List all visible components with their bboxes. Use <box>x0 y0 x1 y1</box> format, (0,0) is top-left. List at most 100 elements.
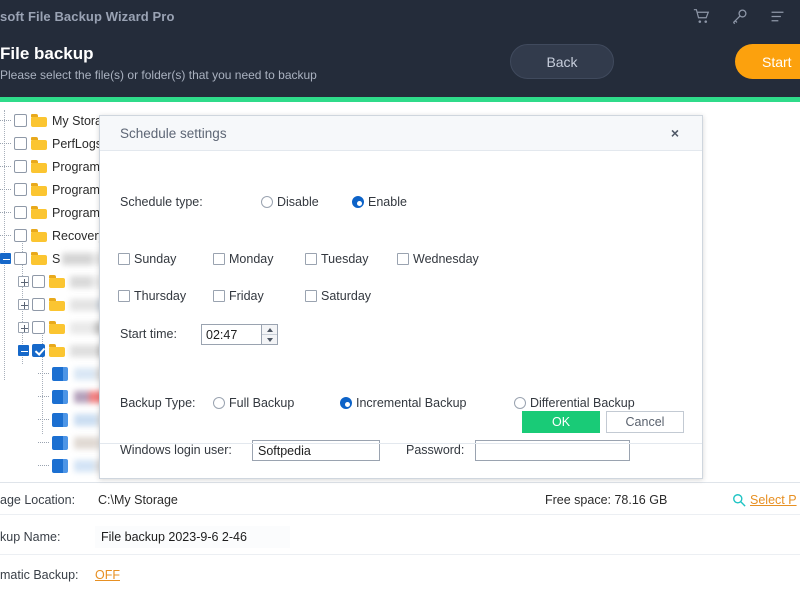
automatic-backup-toggle[interactable]: OFF <box>95 568 120 582</box>
tree-checkbox[interactable] <box>14 114 27 127</box>
cart-icon[interactable] <box>693 8 710 25</box>
start-time-label: Start time: <box>120 327 177 341</box>
tree-checkbox[interactable] <box>32 275 45 288</box>
checkbox-icon[interactable] <box>305 290 317 302</box>
tree-checkbox[interactable] <box>14 206 27 219</box>
radio-icon[interactable] <box>340 397 352 409</box>
radio-icon[interactable] <box>213 397 225 409</box>
tree-row[interactable]: Program F <box>0 179 111 200</box>
backup-type-label: Backup Type: <box>120 396 196 410</box>
file-icon <box>52 412 68 427</box>
radio-icon[interactable] <box>352 196 364 208</box>
tree-guide-icon <box>0 161 11 172</box>
checkbox-wednesday[interactable]: Wednesday <box>397 252 479 266</box>
back-button[interactable]: Back <box>510 44 614 79</box>
file-icon <box>52 366 68 381</box>
spinner-down-button[interactable] <box>262 335 277 344</box>
checkbox-thursday[interactable]: Thursday <box>118 289 186 303</box>
checkbox-icon[interactable] <box>213 253 225 265</box>
radio-schedule-disable[interactable]: Disable <box>261 195 319 209</box>
tree-expand-toggle[interactable] <box>18 299 29 310</box>
app-window: soft File Backup Wizard Pro File backup … <box>0 0 800 600</box>
radio-icon[interactable] <box>261 196 273 208</box>
radio-full-backup[interactable]: Full Backup <box>213 396 294 410</box>
checkbox-icon[interactable] <box>118 290 130 302</box>
spinner-buttons[interactable] <box>261 324 278 345</box>
folder-icon <box>49 321 65 334</box>
file-icon <box>52 458 68 473</box>
radio-differential-backup[interactable]: Differential Backup <box>514 396 635 410</box>
folder-icon <box>31 137 47 150</box>
folder-icon <box>31 114 47 127</box>
checkbox-sunday[interactable]: Sunday <box>118 252 176 266</box>
checkbox-friday[interactable]: Friday <box>213 289 264 303</box>
close-icon[interactable]: × <box>666 124 684 142</box>
radio-label: Differential Backup <box>530 396 635 410</box>
backup-name-input[interactable]: File backup 2023-9-6 2-46 <box>95 526 290 548</box>
radio-icon[interactable] <box>514 397 526 409</box>
tree-collapse-toggle[interactable] <box>18 345 29 356</box>
tree-checkbox[interactable] <box>14 160 27 173</box>
schedule-type-row: Schedule type: <box>120 195 203 209</box>
checkbox-label: Saturday <box>321 289 372 303</box>
radio-label: Enable <box>368 195 407 209</box>
search-icon <box>732 493 746 507</box>
tree-checkbox[interactable] <box>14 229 27 242</box>
tree-checkbox[interactable] <box>14 137 27 150</box>
spinner-up-button[interactable] <box>262 325 277 335</box>
page-header: File backup Please select the file(s) or… <box>0 34 800 97</box>
backup-name-label: kup Name: <box>0 530 61 544</box>
key-icon[interactable] <box>731 8 748 25</box>
checkbox-icon[interactable] <box>397 253 409 265</box>
tree-row[interactable]: Program F <box>0 156 111 177</box>
storage-location-label: age Location: <box>0 493 76 507</box>
ok-button[interactable]: OK <box>522 411 600 433</box>
checkbox-icon[interactable] <box>213 290 225 302</box>
tree-row[interactable]: PerfLogs <box>0 133 102 154</box>
radio-schedule-enable[interactable]: Enable <box>352 195 407 209</box>
tree-guide-icon <box>0 138 11 149</box>
tree-guide-icon <box>0 230 11 241</box>
checkbox-icon[interactable] <box>118 253 130 265</box>
tree-guide-icon <box>0 184 11 195</box>
select-path-link[interactable]: Select P <box>732 493 797 507</box>
checkbox-tuesday[interactable]: Tuesday <box>305 252 368 266</box>
tree-guide-icon <box>38 460 49 471</box>
radio-incremental-backup[interactable]: Incremental Backup <box>340 396 466 410</box>
dialog-title: Schedule settings <box>120 126 227 141</box>
tree-item-label: PerfLogs <box>52 136 103 151</box>
page-title: File backup <box>0 44 94 63</box>
tree-row[interactable]: Recovery <box>0 225 105 246</box>
tree-checkbox[interactable] <box>32 344 45 357</box>
radio-label: Full Backup <box>229 396 295 410</box>
checkbox-label: Wednesday <box>413 252 479 266</box>
tree-item-label: Recovery <box>52 228 105 243</box>
checkbox-label: Tuesday <box>321 252 369 266</box>
tree-checkbox[interactable] <box>14 183 27 196</box>
tree-expand-toggle[interactable] <box>18 276 29 287</box>
folder-icon <box>49 344 65 357</box>
tree-checkbox[interactable] <box>32 321 45 334</box>
backup-name-field[interactable]: File backup 2023-9-6 2-46 <box>95 526 290 548</box>
checkbox-icon[interactable] <box>305 253 317 265</box>
checkbox-monday[interactable]: Monday <box>213 252 273 266</box>
folder-icon <box>31 183 47 196</box>
file-icon <box>52 435 68 450</box>
automatic-backup-label: matic Backup: <box>0 568 79 582</box>
cancel-button[interactable]: Cancel <box>606 411 684 433</box>
start-time-input[interactable]: 02:47 <box>201 324 261 345</box>
title-bar: soft File Backup Wizard Pro <box>0 0 800 34</box>
checkbox-label: Thursday <box>134 289 187 303</box>
menu-icon[interactable] <box>769 8 786 25</box>
dialog-body: Schedule type: Disable Enable Sunday Mon… <box>100 151 702 461</box>
tree-expand-toggle[interactable] <box>18 322 29 333</box>
start-button[interactable]: Start <box>735 44 800 79</box>
tree-guide-icon <box>0 115 11 126</box>
start-time-stepper[interactable]: 02:47 <box>201 324 278 345</box>
tree-collapse-toggle[interactable] <box>0 253 11 264</box>
backup-type-row: Backup Type: <box>120 396 196 410</box>
tree-checkbox[interactable] <box>32 298 45 311</box>
folder-icon <box>31 206 47 219</box>
checkbox-saturday[interactable]: Saturday <box>305 289 371 303</box>
tree-checkbox[interactable] <box>14 252 27 265</box>
